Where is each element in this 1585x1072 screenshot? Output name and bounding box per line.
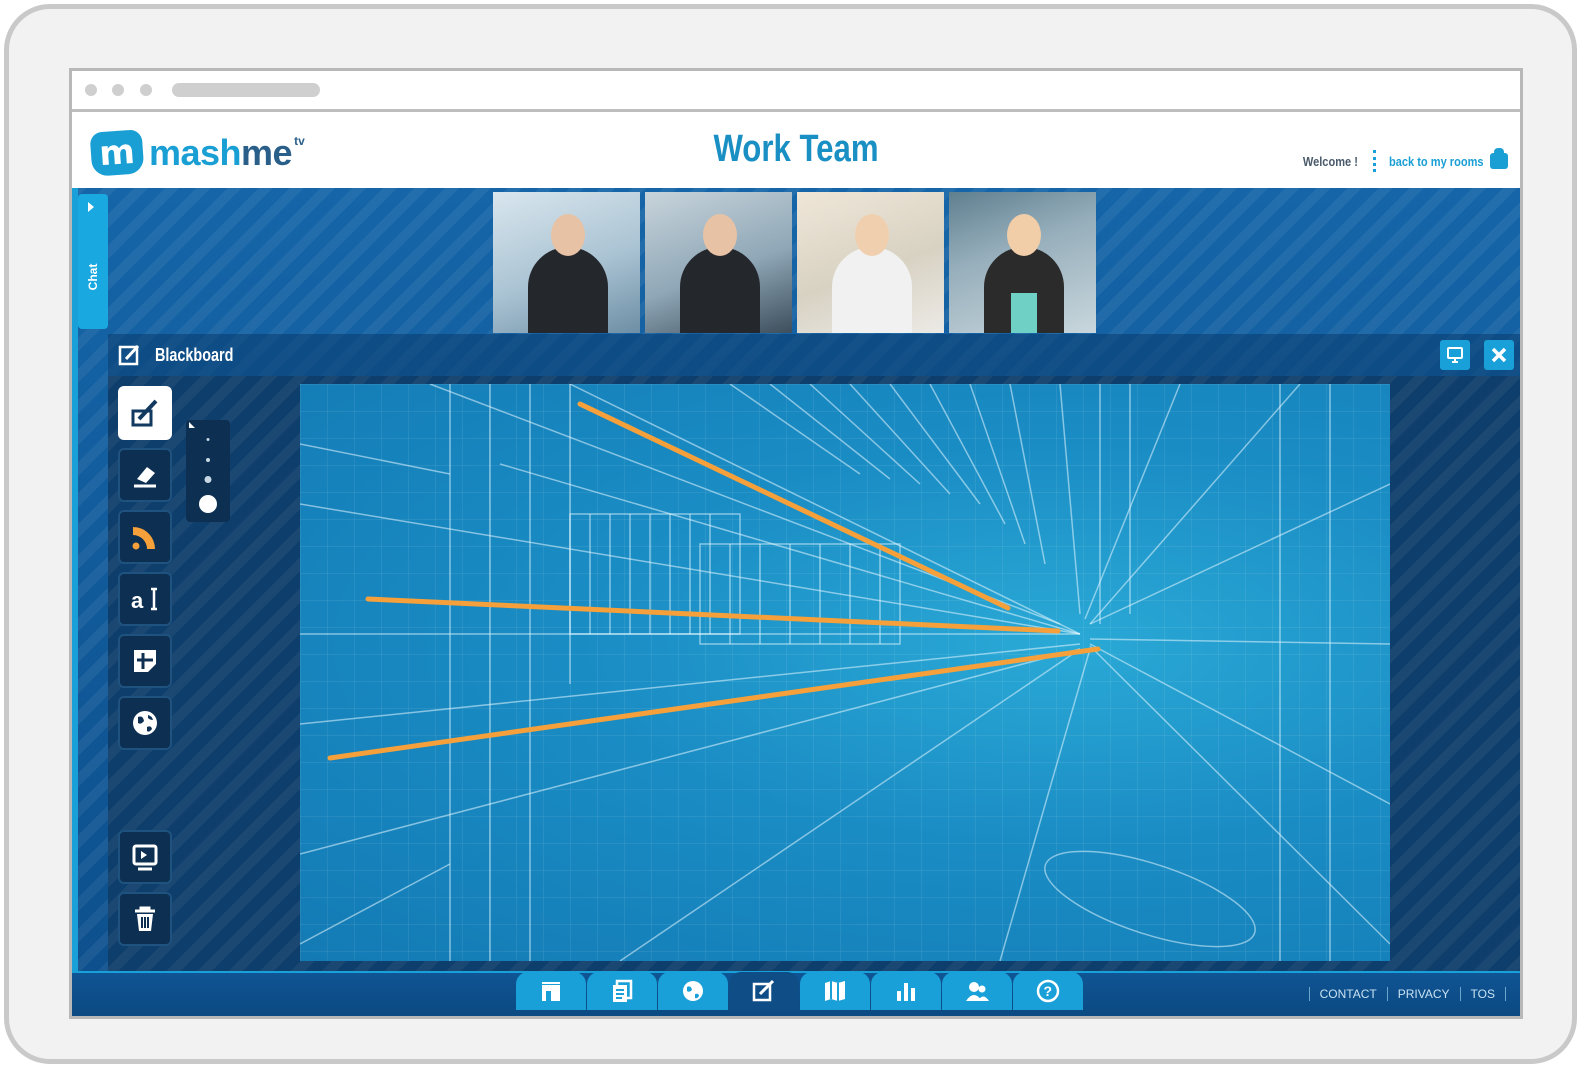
blackboard-header: Blackboard xyxy=(108,334,1520,376)
close-blackboard-button[interactable] xyxy=(1484,340,1514,370)
pencil-tool-button[interactable] xyxy=(118,386,172,440)
nav-maps-button[interactable] xyxy=(800,972,870,1010)
participant-silhouette xyxy=(832,247,912,333)
annotation-strokes xyxy=(327,401,1101,761)
sticky-note-icon xyxy=(134,650,156,672)
map-icon xyxy=(825,981,845,1001)
browser-toolbar xyxy=(72,71,1520,112)
tos-link[interactable]: TOS xyxy=(1459,987,1506,1001)
browser-window: m mashme tv Work Team Welcome ! back to … xyxy=(69,68,1523,1019)
annotation-line xyxy=(327,646,1101,761)
brush-size-picker xyxy=(186,420,230,522)
nav-web-button[interactable] xyxy=(658,972,728,1010)
participant-face xyxy=(703,214,737,256)
eraser-tool-button[interactable] xyxy=(118,448,172,502)
contact-link[interactable]: CONTACT xyxy=(1308,987,1387,1001)
participant-silhouette xyxy=(680,247,760,333)
presentation-icon xyxy=(542,982,560,1001)
help-icon: ? xyxy=(1036,979,1060,1003)
header-user-area: Welcome ! back to my rooms xyxy=(1298,148,1508,172)
nav-documents-button[interactable] xyxy=(587,972,657,1010)
room-title: Work Team xyxy=(713,128,879,170)
welcome-text: Welcome ! xyxy=(1302,153,1358,169)
mashme-logo-icon: m xyxy=(89,129,145,177)
text-tool-button[interactable]: a xyxy=(118,572,172,626)
nav-help-button[interactable]: ? xyxy=(1013,972,1083,1010)
bar-chart-icon xyxy=(897,983,915,1001)
participant-video[interactable] xyxy=(797,192,944,333)
footer-links: CONTACT PRIVACY TOS xyxy=(1308,987,1506,1001)
expand-arrow-icon xyxy=(88,202,94,212)
back-to-rooms-link[interactable]: back to my rooms xyxy=(1389,154,1484,169)
app-header: m mashme tv Work Team Welcome ! back to … xyxy=(72,112,1520,188)
nav-charts-button[interactable] xyxy=(871,972,941,1010)
participant-face xyxy=(551,214,585,256)
picker-corner-icon xyxy=(189,422,195,428)
nav-contacts-button[interactable] xyxy=(942,972,1012,1010)
participant-shirt xyxy=(1011,293,1037,333)
users-icon xyxy=(966,982,989,1001)
window-dot-icon xyxy=(85,84,97,96)
pencil-icon xyxy=(131,399,158,427)
nav-blackboard-button[interactable] xyxy=(729,972,799,1010)
screen-icon xyxy=(1447,347,1463,363)
blackboard-body: a xyxy=(108,376,1520,973)
eraser-icon xyxy=(134,467,156,488)
brush-size-option-selected[interactable] xyxy=(199,495,217,513)
blackboard-canvas[interactable] xyxy=(300,384,1390,961)
bottom-toolbar: ? CONTACT PRIVACY TOS xyxy=(72,971,1520,1016)
rooms-icon[interactable] xyxy=(1490,148,1508,169)
header-divider xyxy=(1372,150,1379,172)
participant-video[interactable] xyxy=(645,192,792,333)
text-cursor-icon: a xyxy=(131,587,157,613)
trash-icon xyxy=(135,906,155,931)
window-dot-icon xyxy=(112,84,124,96)
blackboard-icon xyxy=(752,979,775,1002)
address-bar[interactable] xyxy=(172,83,320,97)
sticky-note-tool-button[interactable] xyxy=(118,634,172,688)
blackboard-title: Blackboard xyxy=(155,345,234,365)
globe-icon xyxy=(683,981,703,1001)
web-tool-button[interactable] xyxy=(118,696,172,750)
globe-icon xyxy=(133,711,157,735)
nav-presentation-button[interactable] xyxy=(516,972,586,1010)
participant-silhouette xyxy=(528,247,608,333)
line-tool-button[interactable] xyxy=(118,510,172,564)
room-stage: Chat Blackboard a ? CONTACT PRIVACY TOS xyxy=(72,188,1520,1016)
participant-face xyxy=(1007,214,1041,256)
brush-icon xyxy=(132,527,155,550)
save-tool-button[interactable] xyxy=(118,830,172,884)
annotation-line xyxy=(365,596,1061,634)
app-navigation: ? xyxy=(516,972,1084,1010)
blueprint-drawing xyxy=(300,384,1390,961)
participant-video[interactable] xyxy=(493,192,640,333)
participant-videos xyxy=(493,192,1096,333)
participant-face xyxy=(855,214,889,256)
privacy-link[interactable]: PRIVACY xyxy=(1386,987,1460,1001)
documents-icon xyxy=(613,979,633,1002)
brush-size-option[interactable] xyxy=(206,458,210,462)
svg-text:?: ? xyxy=(1044,983,1053,999)
chat-label: Chat xyxy=(86,263,100,291)
participant-video[interactable] xyxy=(949,192,1096,333)
brush-size-option[interactable] xyxy=(204,476,212,483)
svg-text:a: a xyxy=(131,588,144,613)
blackboard-icon xyxy=(118,344,140,366)
brush-size-option[interactable] xyxy=(206,438,210,441)
window-dot-icon xyxy=(140,84,152,96)
screen-save-icon xyxy=(132,844,158,871)
fullscreen-button[interactable] xyxy=(1440,340,1470,370)
trash-tool-button[interactable] xyxy=(118,892,172,946)
chat-tab[interactable]: Chat xyxy=(78,194,108,329)
device-frame: m mashme tv Work Team Welcome ! back to … xyxy=(4,4,1577,1064)
close-icon xyxy=(1491,347,1507,363)
